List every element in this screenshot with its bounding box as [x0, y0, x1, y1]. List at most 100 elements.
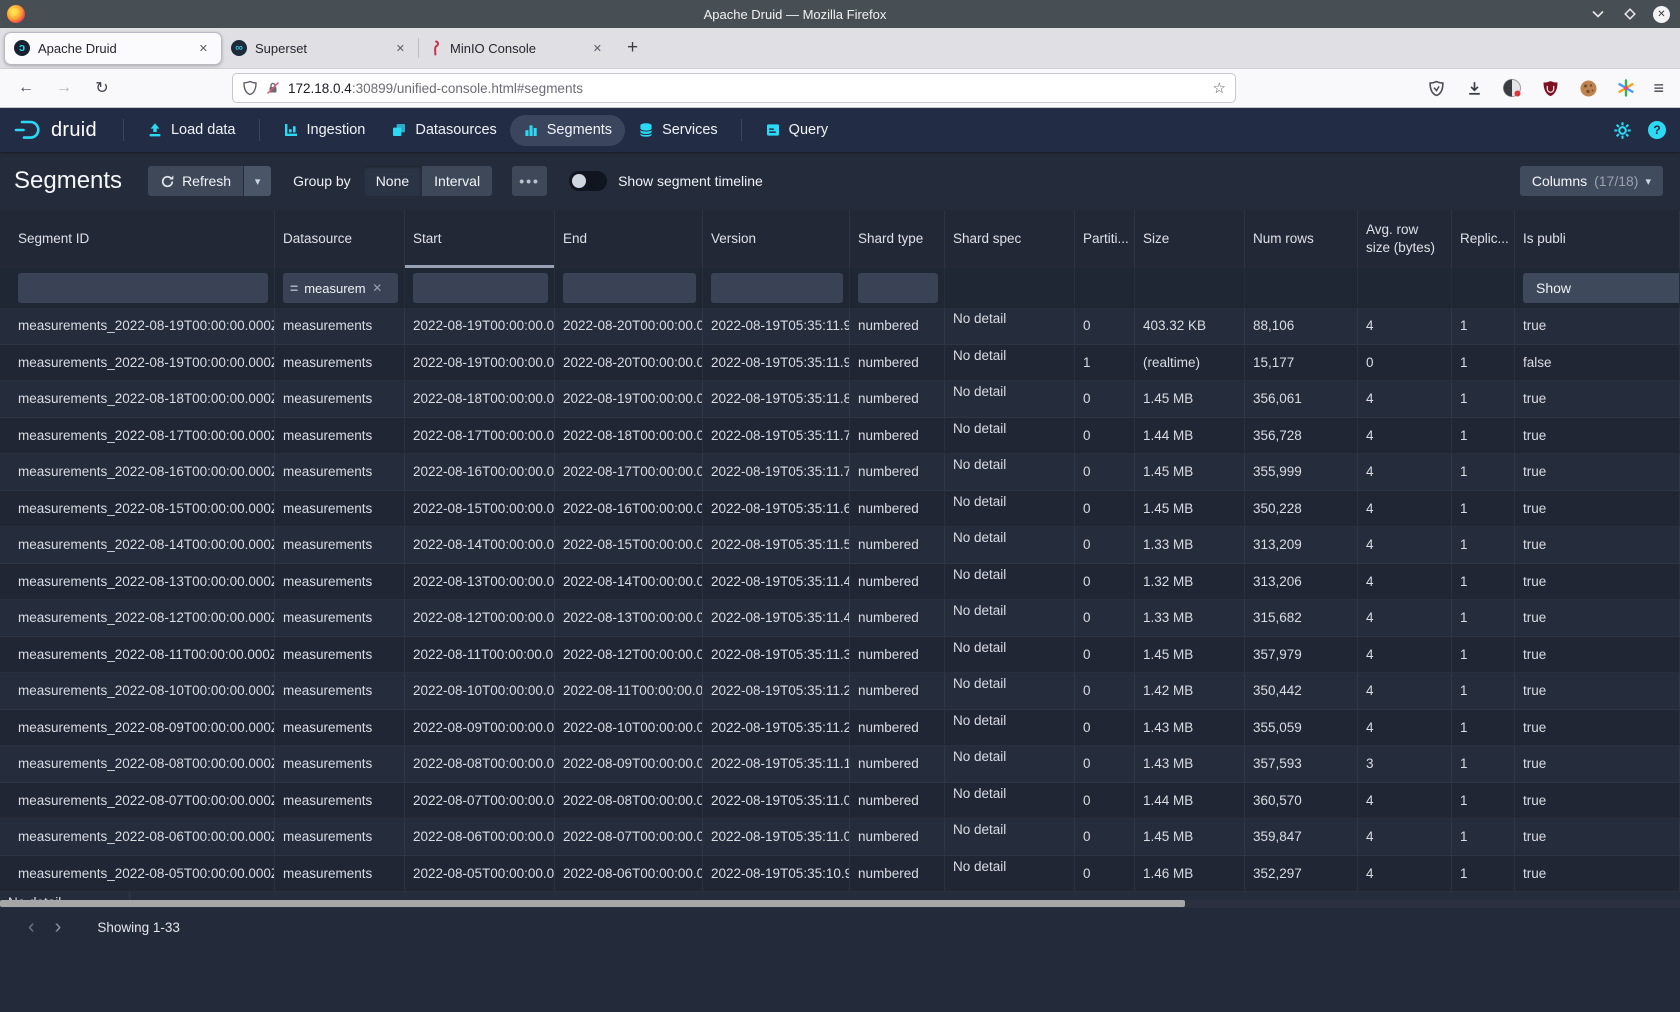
back-button[interactable]: ←	[14, 79, 38, 97]
column-header-label: End	[563, 230, 587, 248]
minimize-icon[interactable]	[1589, 6, 1606, 23]
cell-shard-type: numbered	[850, 381, 945, 417]
gear-icon[interactable]	[1613, 121, 1632, 140]
download-icon[interactable]	[1463, 77, 1485, 99]
tab-minio-console[interactable]: MinIO Console ✕	[419, 32, 615, 65]
column-header-label: Start	[413, 230, 442, 248]
column-header-end[interactable]: End	[555, 210, 703, 268]
nav-load-data[interactable]: Load data	[134, 115, 249, 146]
group-by-none-button[interactable]: None	[364, 166, 421, 196]
cell-version: 2022-08-19T05:35:11.9...	[703, 345, 850, 381]
column-header-segment-id[interactable]: Segment ID	[0, 210, 275, 268]
segment-id-filter-input[interactable]	[18, 273, 268, 303]
horizontal-scrollbar	[0, 900, 1680, 908]
url-text[interactable]: 172.18.0.4:30899/unified-console.html#se…	[288, 81, 1206, 96]
scrollbar-thumb[interactable]	[0, 900, 1185, 907]
refresh-button[interactable]: Refresh	[148, 166, 243, 196]
reload-button[interactable]: ↻	[90, 78, 114, 98]
next-page-icon[interactable]: ›	[45, 917, 72, 937]
shard-type-filter-input[interactable]	[858, 273, 938, 303]
privacy-mask-extension-icon[interactable]	[1501, 77, 1523, 99]
nav-segments[interactable]: Segments	[510, 115, 625, 146]
colorful-asterisk-extension-icon[interactable]	[1615, 77, 1637, 99]
cookie-extension-icon[interactable]	[1577, 77, 1599, 99]
column-header-shard-spec[interactable]: Shard spec	[945, 210, 1075, 268]
cell-shard-type: numbered	[850, 454, 945, 490]
datasource-filter-input[interactable]: =measureme✕	[283, 273, 398, 303]
tab-apache-druid[interactable]: ɔ Apache Druid ✕	[4, 32, 222, 65]
column-header-shard-type[interactable]: Shard type	[850, 210, 945, 268]
column-header-label: Replic...	[1460, 230, 1509, 248]
cell-end: 2022-08-10T00:00:00.0...	[555, 710, 703, 746]
nav-query[interactable]: Query	[752, 115, 842, 146]
version-filter-input[interactable]	[711, 273, 843, 303]
filter-cell-partition	[1075, 268, 1135, 308]
cell-shard-type: numbered	[850, 746, 945, 782]
nav-datasources[interactable]: Datasources	[378, 115, 509, 146]
segments-table: Segment IDDatasourceStartEndVersionShard…	[0, 210, 1680, 908]
column-header-version[interactable]: Version	[703, 210, 850, 268]
column-header-partition[interactable]: Partiti...	[1075, 210, 1135, 268]
column-header-replication[interactable]: Replic...	[1452, 210, 1515, 268]
cell-shard-spec: No detail	[945, 856, 1075, 892]
column-header-label: Avg. row size (bytes)	[1366, 221, 1443, 256]
cell-start: 2022-08-19T00:00:00.0...	[405, 345, 555, 381]
cell-shard-spec: No detail	[945, 819, 1075, 855]
cell-end: 2022-08-14T00:00:00.0...	[555, 564, 703, 600]
forward-button[interactable]: →	[52, 79, 76, 97]
column-header-is-published[interactable]: Is publi	[1515, 210, 1680, 268]
cell-segment-id: measurements_2022-08-05T00:00:00.000Z...	[0, 856, 275, 892]
column-header-num-rows[interactable]: Num rows	[1245, 210, 1358, 268]
new-tab-button[interactable]: +	[615, 37, 650, 59]
segment-timeline-toggle[interactable]	[569, 171, 607, 191]
tab-close-icon[interactable]: ✕	[195, 40, 212, 57]
shield-check-extension-icon[interactable]	[1425, 77, 1447, 99]
insecure-lock-icon[interactable]	[265, 80, 281, 96]
cell-version: 2022-08-19T05:35:11.6...	[703, 491, 850, 527]
cell-version: 2022-08-19T05:35:11.1...	[703, 746, 850, 782]
cell-shard-type: numbered	[850, 308, 945, 344]
cell-version: 2022-08-19T05:35:11.4...	[703, 600, 850, 636]
toggle-knob	[572, 174, 586, 188]
start-filter-input[interactable]	[413, 273, 548, 303]
close-icon[interactable]: ✕	[1653, 6, 1670, 23]
table-filter-row: =measureme✕ Show	[0, 268, 1680, 308]
column-header-datasource[interactable]: Datasource	[275, 210, 405, 268]
end-filter-input[interactable]	[563, 273, 696, 303]
tab-close-icon[interactable]: ✕	[392, 40, 409, 57]
column-header-avg-row-size[interactable]: Avg. row size (bytes)	[1358, 210, 1452, 268]
url-bar[interactable]: 172.18.0.4:30899/unified-console.html#se…	[232, 73, 1236, 103]
window-title: Apache Druid — Mozilla Firefox	[0, 7, 1590, 22]
more-options-button[interactable]: •••	[512, 166, 547, 196]
cell-shard-spec: No detail	[945, 783, 1075, 819]
ublock-extension-icon[interactable]	[1539, 77, 1561, 99]
refresh-dropdown-button[interactable]: ▾	[244, 166, 271, 196]
timeline-toggle-label: Show segment timeline	[618, 173, 763, 189]
cell-partition: 0	[1075, 673, 1135, 709]
druid-logo[interactable]: druid	[14, 119, 97, 142]
cell-end: 2022-08-08T00:00:00.0...	[555, 783, 703, 819]
tab-close-icon[interactable]: ✕	[589, 40, 606, 57]
tracking-shield-icon[interactable]	[242, 80, 258, 96]
column-header-size[interactable]: Size	[1135, 210, 1245, 268]
cell-avg-row-size: 4	[1358, 418, 1452, 454]
columns-button[interactable]: Columns (17/18) ▾	[1520, 166, 1663, 196]
bookmark-star-icon[interactable]: ☆	[1213, 79, 1226, 97]
tab-superset[interactable]: ∞ Superset ✕	[222, 32, 418, 65]
maximize-icon[interactable]	[1621, 6, 1638, 23]
cell-is-published: true	[1515, 710, 1680, 746]
column-header-start[interactable]: Start	[405, 210, 555, 268]
previous-page-icon[interactable]: ‹	[18, 917, 45, 937]
partial-row: No detail	[0, 892, 1680, 900]
cell-is-published: true	[1515, 637, 1680, 673]
cell-partition: 0	[1075, 308, 1135, 344]
clear-filter-icon[interactable]: ✕	[372, 281, 382, 295]
cell-avg-row-size: 4	[1358, 527, 1452, 563]
help-icon[interactable]: ?	[1648, 121, 1666, 139]
is-published-filter-button[interactable]: Show	[1523, 273, 1680, 303]
column-header-label: Is publi	[1523, 230, 1566, 248]
nav-services[interactable]: Services	[625, 115, 731, 146]
group-by-interval-button[interactable]: Interval	[422, 166, 492, 196]
menu-icon[interactable]: ≡	[1653, 78, 1664, 99]
nav-ingestion[interactable]: Ingestion	[270, 115, 379, 146]
